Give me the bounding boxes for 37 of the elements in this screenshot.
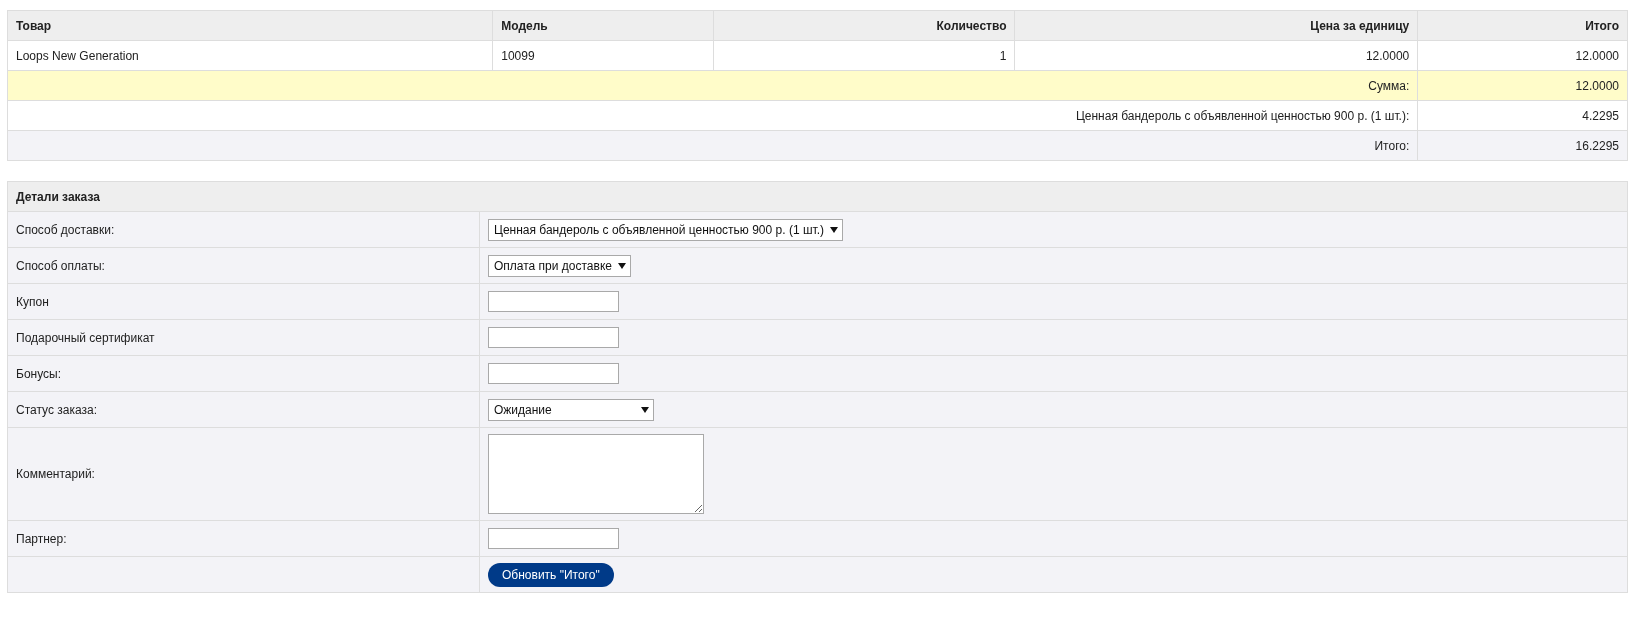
total-value: 12.0000 <box>1417 70 1628 101</box>
comment-field[interactable] <box>488 434 704 514</box>
field-label: Бонусы: <box>7 355 480 392</box>
dropdown[interactable]: Ожидание <box>488 398 654 421</box>
caret-icon <box>830 226 839 233</box>
caret-icon <box>641 406 649 413</box>
table-cell: 12.0000 <box>1015 40 1418 71</box>
column-header: Количество <box>713 10 1015 41</box>
field-label: Подарочный сертификат <box>7 319 480 356</box>
dropdown[interactable]: Оплата при доставке <box>488 254 631 277</box>
total-label: Сумма: <box>7 70 1418 101</box>
field-label: Комментарий: <box>7 427 480 521</box>
table-cell: 1 <box>713 40 1015 71</box>
table-cell: 10099 <box>492 40 714 71</box>
field-label: Способ доставки: <box>7 211 480 248</box>
text-field[interactable] <box>488 291 619 312</box>
column-header: Модель <box>492 10 714 41</box>
text-field[interactable] <box>488 363 619 384</box>
table-cell: 12.0000 <box>1417 40 1628 71</box>
table-cell: Loops New Generation <box>7 40 493 71</box>
field-label: Способ оплаты: <box>7 247 480 284</box>
total-label: Ценная бандероль с объявленной ценностью 900 р. (1 шт.): <box>7 100 1418 131</box>
total-value: 16.2295 <box>1417 130 1628 161</box>
total-value: 4.2295 <box>1417 100 1628 131</box>
column-header: Цена за единицу <box>1015 10 1418 41</box>
text-field[interactable] <box>488 327 619 348</box>
column-header: Итого <box>1417 10 1628 41</box>
update-total-button[interactable]: Обновить "Итого" <box>488 562 614 587</box>
total-label: Итого: <box>7 130 1418 161</box>
text-field[interactable] <box>488 528 619 549</box>
section-title: Детали заказа <box>7 181 1628 212</box>
field-label: Партнер: <box>7 520 480 557</box>
column-header: Товар <box>7 10 493 41</box>
field-label: Купон <box>7 283 480 320</box>
field-label: Статус заказа: <box>7 391 480 428</box>
dropdown[interactable]: Ценная бандероль с объявленной ценностью 900 р. (1 шт.) <box>488 218 844 241</box>
caret-icon <box>617 262 626 269</box>
